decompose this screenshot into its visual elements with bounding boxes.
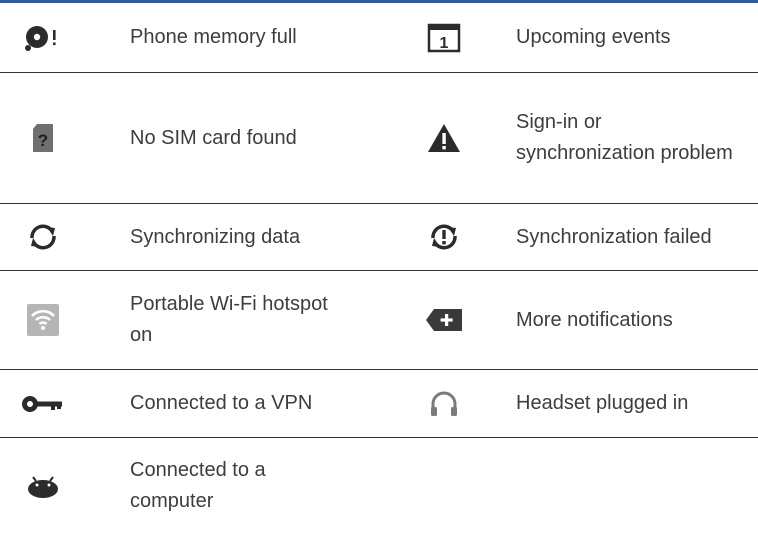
memory-full-icon [0,23,86,53]
table-row: Phone memory full 1 Upcoming events [0,3,758,73]
table-row: Portable Wi-Fi hotspot on More notificat… [0,271,758,370]
vpn-key-icon [0,393,86,415]
wifi-hotspot-icon [0,303,86,337]
sync-failed-icon [376,222,512,252]
table-row: Connected to a VPN Headset plugged in [0,370,758,438]
svg-text:?: ? [38,131,48,150]
table-row: ? No SIM card found Sign-in or synchroni… [0,73,758,204]
row-label-right: Sign-in or synchronization problem [516,111,733,164]
row-label-left: Phone memory full [130,26,297,48]
no-sim-icon: ? [0,121,86,155]
table-row: Connected to a computer [0,438,758,533]
row-label-right: More notifications [516,308,673,331]
row-label-left: Portable Wi-Fi hotspot on [130,293,328,346]
warning-icon [376,121,512,155]
notification-icons-table: Phone memory full 1 Upcoming events ? No… [0,0,758,533]
calendar-event-icon: 1 [376,22,512,54]
row-label-left: No SIM card found [130,126,297,149]
headset-icon [376,390,512,418]
usb-android-icon [0,473,86,499]
row-label-right: Headset plugged in [516,392,689,414]
sync-icon [0,222,86,252]
row-label-left: Connected to a VPN [130,392,313,414]
row-label-right: Synchronization failed [516,225,712,248]
row-label-left: Synchronizing data [130,225,301,248]
calendar-day: 1 [440,35,449,52]
row-label-left: Connected to a computer [130,458,266,512]
more-notifications-icon [376,307,512,333]
table-row: Synchronizing data Synchronization faile… [0,204,758,271]
row-label-right: Upcoming events [516,26,671,48]
